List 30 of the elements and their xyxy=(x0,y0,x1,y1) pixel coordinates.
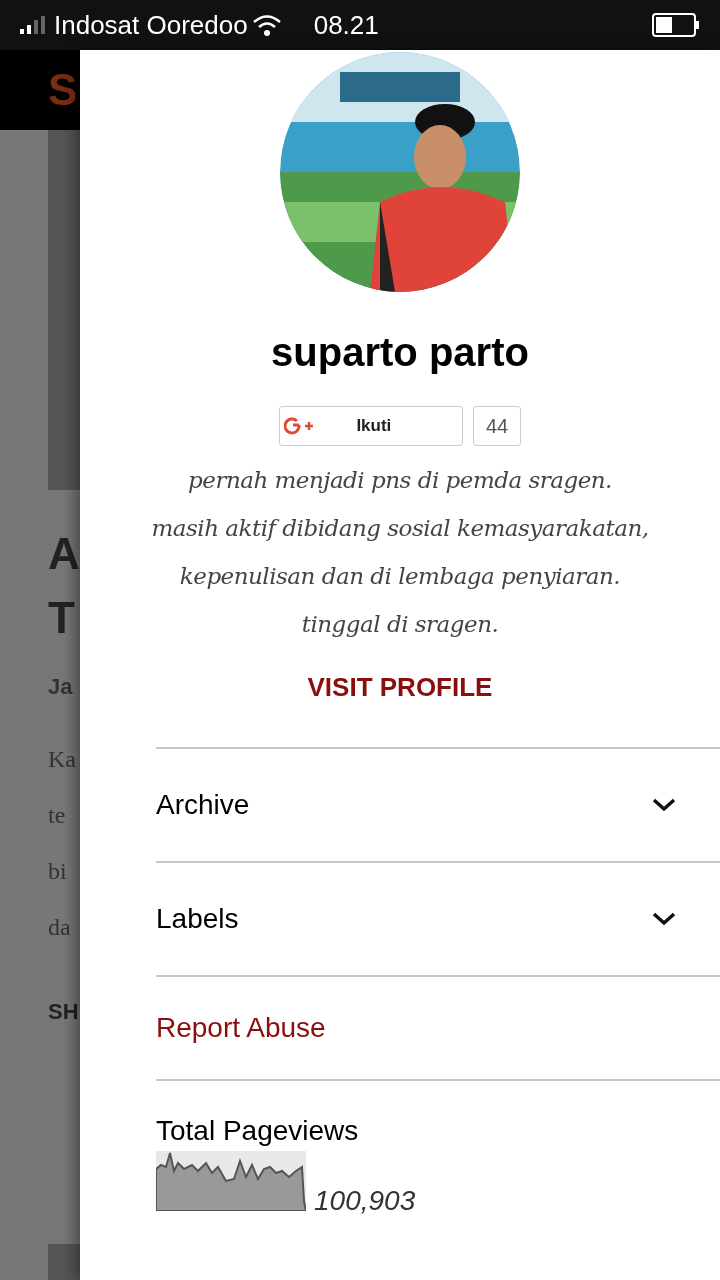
post-text: da xyxy=(48,913,72,942)
pageviews-count: 100,903 xyxy=(314,1187,416,1215)
follower-count: 44 xyxy=(472,406,522,446)
section-toggle[interactable]: Archive xyxy=(156,747,720,861)
bio-text: tinggal di sragen. xyxy=(301,610,499,639)
chevron-icon xyxy=(652,912,676,926)
wifi-icon xyxy=(251,13,282,37)
google-plus-icon xyxy=(283,417,314,435)
profile-name: suparto parto xyxy=(271,332,529,372)
bio-text: masih aktif dibidang sosial kemasyarakatan, xyxy=(151,514,649,543)
bio-text: kepenulisan dan di lembaga penyiaran. xyxy=(179,562,621,591)
post-text: te xyxy=(48,801,67,830)
bio-text: pernah menjadi pns di pemda sragen. xyxy=(188,466,612,495)
chevron-icon xyxy=(652,798,676,812)
battery-icon xyxy=(652,13,700,37)
post-text: bi xyxy=(48,857,68,886)
post-text: Ka xyxy=(48,745,77,774)
post-title: T xyxy=(48,592,76,644)
section-toggle[interactable]: Labels xyxy=(156,861,720,975)
carrier-name: Indosat Ooredoo xyxy=(54,8,248,42)
clock: 08.21 xyxy=(313,8,379,42)
site-logo: S xyxy=(48,64,78,116)
share-label: SH xyxy=(48,998,80,1026)
pageviews-title: Total Pageviews xyxy=(156,1117,360,1145)
post-title: A xyxy=(48,528,80,580)
report-abuse-link[interactable]: Report Abuse xyxy=(156,1007,326,1049)
visit-profile-link[interactable]: VISIT PROFILE xyxy=(307,668,493,707)
follow-button[interactable]: Ikuti xyxy=(278,406,463,446)
post-image xyxy=(48,1244,80,1280)
post-date: Ja xyxy=(48,673,74,701)
